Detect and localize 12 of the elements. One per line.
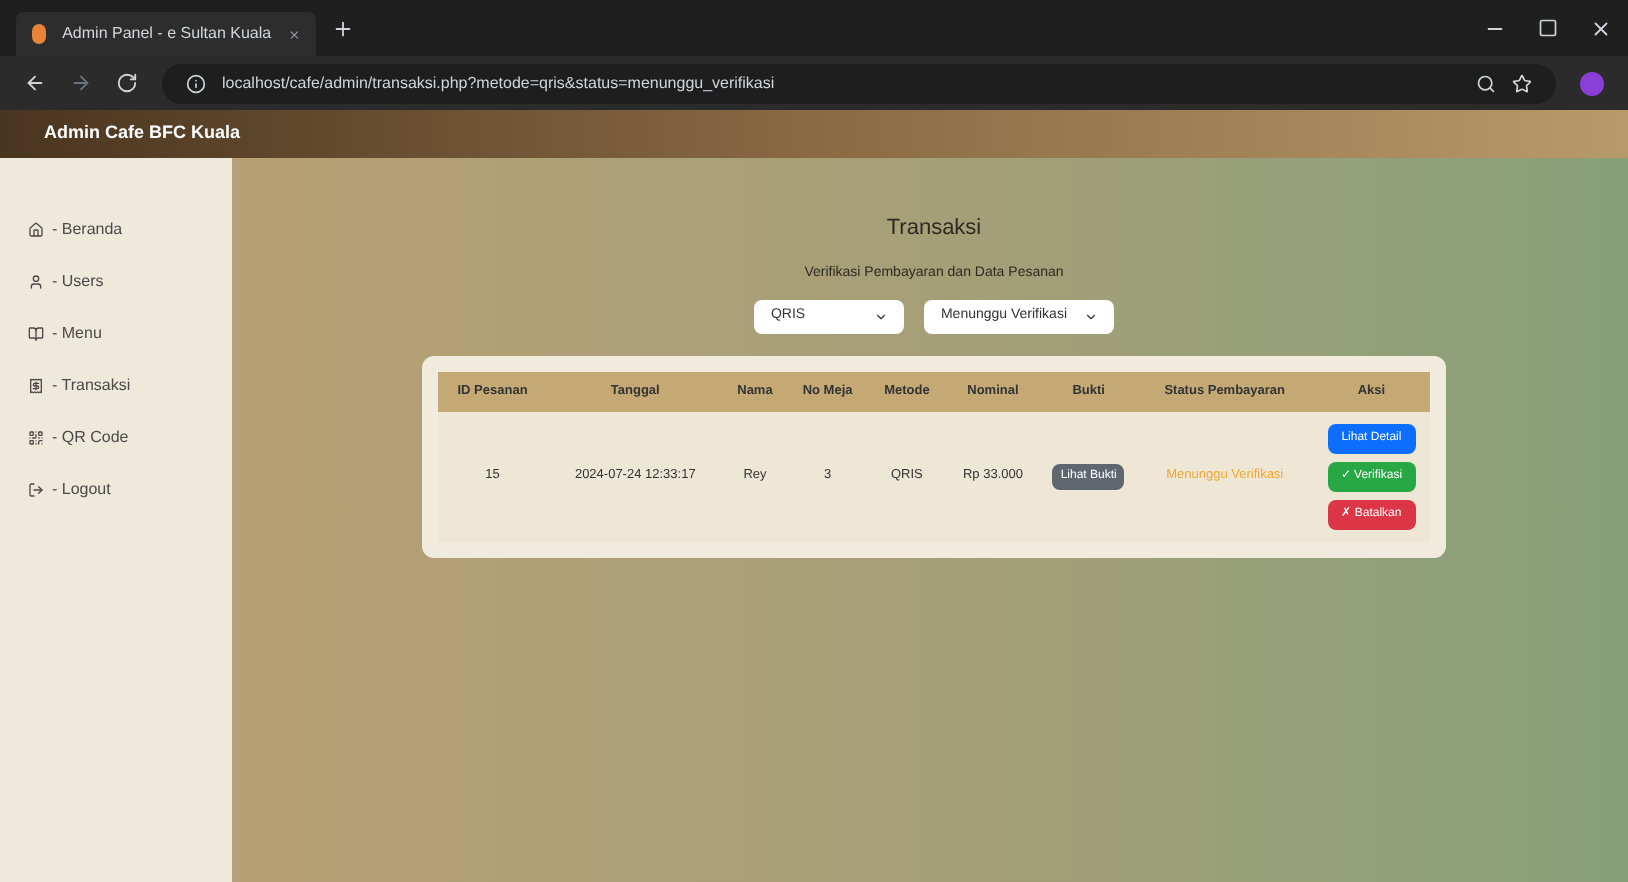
sidebar-item[interactable]: - Menu xyxy=(20,318,212,350)
url-text: localhost/cafe/admin/transaksi.php?metode=qris&status=menunggu_verifikasi xyxy=(222,71,775,95)
app-title: Admin Cafe BFC Kuala xyxy=(44,120,241,147)
page-title: Transaksi xyxy=(886,214,982,244)
sidebar-item[interactable]: - QR Code xyxy=(20,422,212,454)
address-bar[interactable]: localhost/cafe/admin/transaksi.php?metode=qris&status=menunggu_verifikasi xyxy=(162,63,1556,103)
sidebar-item[interactable]: - Beranda xyxy=(20,214,212,246)
sidebar-item[interactable]: - Logout xyxy=(20,474,212,506)
sidebar-item[interactable]: - Transaksi xyxy=(20,370,212,402)
sidebar-item[interactable]: - Users xyxy=(20,266,212,298)
browser-tab[interactable]: Admin Panel - e Sultan Kuala xyxy=(16,12,316,56)
tab-title: Admin Panel - e Sultan Kuala xyxy=(62,22,272,46)
